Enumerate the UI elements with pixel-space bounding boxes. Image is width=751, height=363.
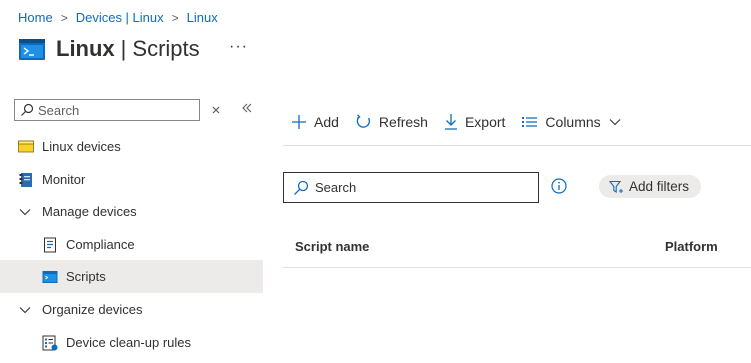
toolbar-divider — [283, 145, 751, 146]
search-icon — [21, 103, 34, 116]
main-search-input[interactable] — [309, 180, 525, 195]
collapse-sidebar-button[interactable] — [241, 101, 253, 117]
sidebar-group-manage-devices[interactable]: Manage devices — [0, 195, 263, 228]
page-title-bold: Linux — [56, 36, 115, 61]
sidebar-item-device-cleanup-rules[interactable]: Device clean-up rules — [0, 326, 263, 359]
columns-list-icon — [521, 115, 538, 129]
breadcrumb-devices-linux[interactable]: Devices | Linux — [76, 10, 164, 25]
download-icon — [444, 113, 458, 130]
export-label: Export — [464, 113, 506, 130]
page-title-separator: | — [120, 36, 127, 61]
script-terminal-icon — [42, 269, 58, 285]
add-label: Add — [314, 113, 339, 130]
sidebar-item-monitor[interactable]: Monitor — [0, 163, 263, 196]
breadcrumb-home[interactable]: Home — [18, 10, 53, 25]
command-bar: Add Refresh Export Columns — [291, 113, 637, 130]
add-button[interactable]: Add — [291, 114, 339, 130]
clear-search-button[interactable] — [211, 102, 221, 118]
sidebar-group-label: Manage devices — [42, 204, 137, 219]
breadcrumb: Home > Devices | Linux > Linux — [18, 10, 218, 25]
sidebar-item-label: Linux devices — [42, 139, 121, 154]
sidebar-search-input[interactable] — [34, 102, 188, 118]
sidebar-item-label: Scripts — [66, 269, 106, 284]
close-icon — [212, 106, 220, 114]
filter-add-icon — [609, 180, 624, 194]
export-button[interactable]: Export — [444, 113, 505, 130]
monitor-book-icon — [18, 172, 34, 188]
page-title-rest: Scripts — [132, 36, 200, 61]
page-title: Linux | Scripts — [56, 36, 200, 62]
breadcrumb-linux[interactable]: Linux — [187, 10, 218, 25]
page-header: Linux | Scripts — [18, 36, 200, 62]
sidebar-search-box — [14, 99, 200, 121]
plus-icon — [291, 114, 307, 130]
add-filters-label: Add filters — [629, 179, 690, 194]
script-terminal-icon — [19, 39, 45, 60]
main-search-box — [283, 172, 539, 203]
sidebar-item-label: Compliance — [66, 237, 135, 252]
table-header-divider — [283, 267, 751, 268]
compliance-doc-icon — [42, 237, 58, 253]
breadcrumb-separator-icon: > — [60, 10, 68, 25]
sidebar-group-organize-devices[interactable]: Organize devices — [0, 293, 263, 326]
breadcrumb-separator-icon: > — [171, 10, 179, 25]
chevron-down-icon — [17, 204, 33, 220]
sidebar-item-scripts[interactable]: Scripts — [0, 260, 263, 293]
cleanup-rules-icon — [42, 335, 58, 351]
columns-label: Columns — [545, 113, 601, 130]
search-icon — [294, 180, 309, 195]
double-chevron-left-icon — [242, 103, 252, 113]
folder-icon — [18, 139, 34, 155]
info-icon[interactable] — [551, 178, 567, 194]
chevron-down-icon — [609, 118, 621, 126]
more-options-button[interactable]: ··· — [229, 38, 248, 56]
sidebar-item-linux-devices[interactable]: Linux devices — [0, 130, 263, 163]
refresh-button[interactable]: Refresh — [355, 113, 428, 130]
add-filters-button[interactable]: Add filters — [599, 175, 702, 198]
column-header-script-name[interactable]: Script name — [295, 239, 369, 254]
sidebar-item-label: Monitor — [42, 172, 86, 187]
refresh-label: Refresh — [378, 113, 428, 130]
sidebar-item-label: Device clean-up rules — [66, 335, 192, 350]
columns-button[interactable]: Columns — [521, 113, 621, 130]
refresh-icon — [355, 113, 372, 130]
chevron-down-icon — [17, 302, 33, 318]
sidebar-item-compliance[interactable]: Compliance — [0, 228, 263, 261]
column-header-platform[interactable]: Platform — [665, 239, 718, 254]
sidebar-group-label: Organize devices — [42, 302, 143, 317]
